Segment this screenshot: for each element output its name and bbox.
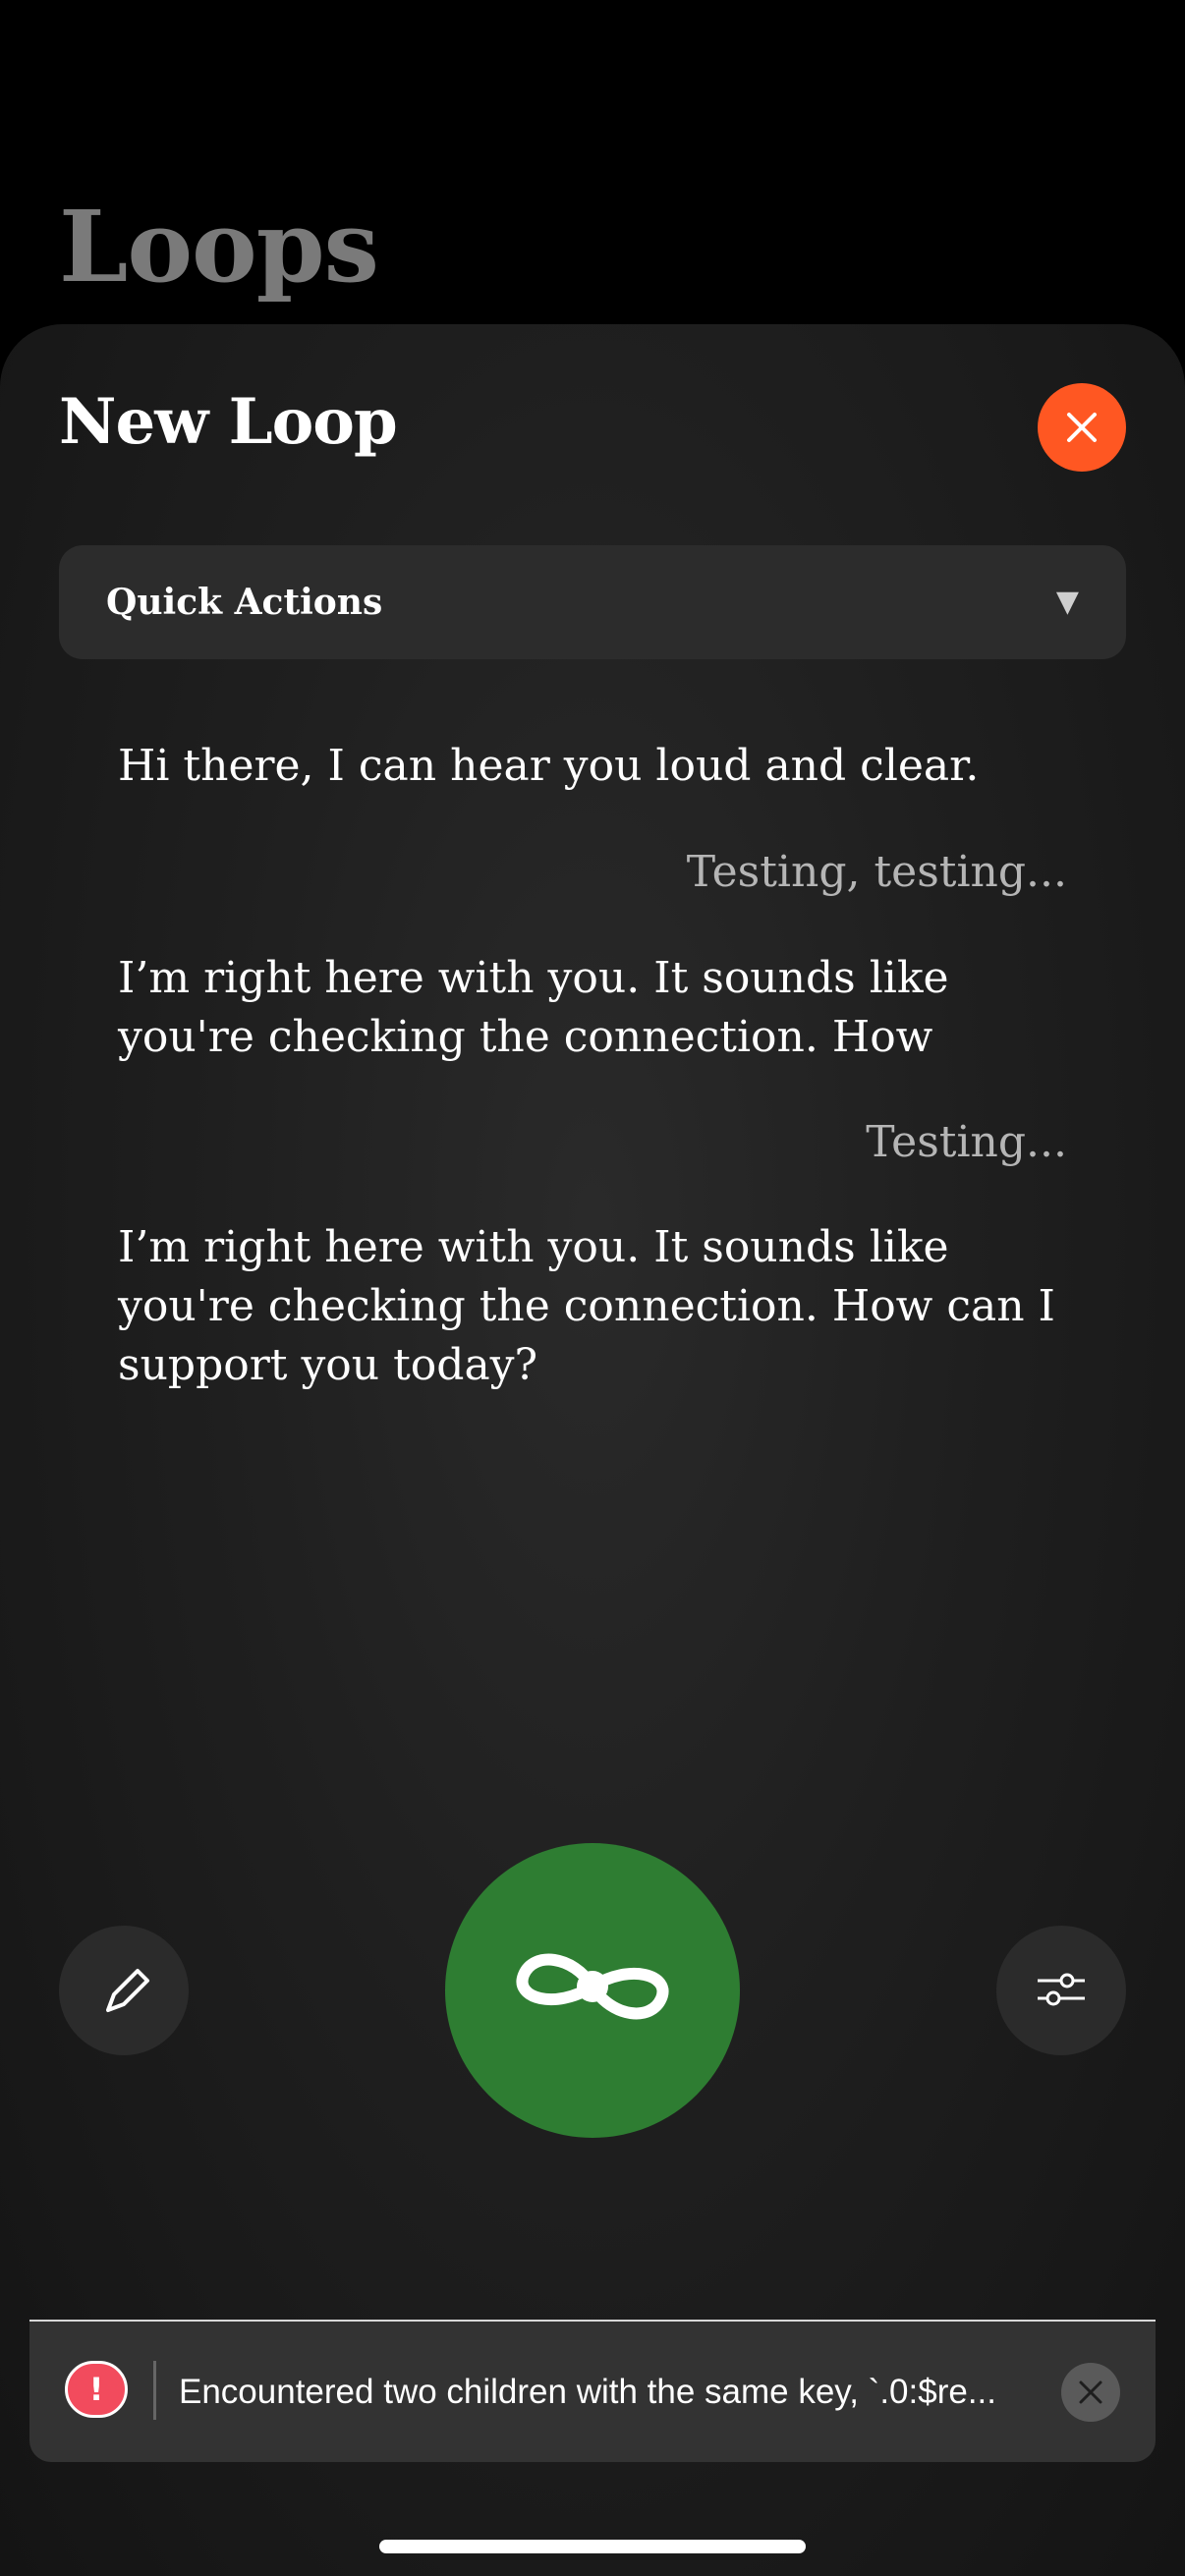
close-icon: [1079, 2380, 1102, 2404]
sheet-title: New Loop: [59, 385, 398, 459]
loop-record-button[interactable]: [445, 1843, 740, 2138]
user-message: Testing, testing...: [686, 847, 1067, 897]
new-loop-sheet: New Loop Quick Actions ▼ Hi there, I can…: [0, 324, 1185, 2576]
error-icon: !: [65, 2361, 128, 2418]
pencil-icon: [106, 1969, 149, 2012]
assistant-message: Hi there, I can hear you loud and clear.: [118, 741, 980, 791]
settings-button[interactable]: [996, 1926, 1126, 2055]
toast-separator: [153, 2361, 156, 2420]
home-indicator[interactable]: [379, 2540, 806, 2553]
assistant-message: I’m right here with you. It sounds like …: [118, 1222, 1055, 1390]
assistant-message: I’m right here with you. It sounds like …: [118, 953, 949, 1062]
close-icon: [1067, 413, 1097, 442]
close-button[interactable]: [1038, 383, 1126, 472]
page-title: Loops: [59, 189, 379, 305]
toast-message: Encountered two children with the same k…: [179, 2373, 996, 2411]
loop-icon: [516, 1953, 669, 2020]
quick-actions-dropdown[interactable]: Quick Actions ▼: [59, 545, 1126, 659]
chevron-down-icon: ▼: [1055, 585, 1079, 619]
user-message: Testing...: [866, 1117, 1067, 1167]
error-toast[interactable]: ! Encountered two children with the same…: [29, 2322, 1156, 2462]
sliders-icon: [1038, 1973, 1085, 2006]
quick-actions-label: Quick Actions: [106, 582, 383, 623]
edit-button[interactable]: [59, 1926, 189, 2055]
toast-close-button[interactable]: [1061, 2363, 1120, 2422]
